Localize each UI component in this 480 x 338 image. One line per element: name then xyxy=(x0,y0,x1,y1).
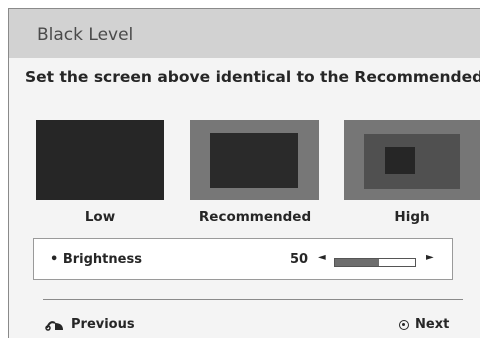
previous-label: Previous xyxy=(71,317,135,332)
next-button[interactable]: Next xyxy=(399,317,449,332)
brightness-control[interactable]: • Brightness 50 ◄ ► xyxy=(33,238,453,280)
brightness-slider-fill xyxy=(335,259,379,266)
ok-circle-icon xyxy=(399,319,409,330)
increase-arrow-icon[interactable]: ► xyxy=(426,252,434,263)
sample-low-label: Low xyxy=(84,209,116,225)
next-label: Next xyxy=(415,317,450,332)
sample-recommended-inner xyxy=(210,133,298,188)
previous-button[interactable]: Previous xyxy=(45,317,135,332)
black-level-panel: Black Level Set the screen above identic… xyxy=(8,8,480,338)
sample-recommended-label: Recommended xyxy=(198,209,312,225)
decrease-arrow-icon[interactable]: ◄ xyxy=(318,252,326,263)
back-arrow-icon xyxy=(45,320,63,331)
sample-recommended-image xyxy=(190,120,319,200)
page-title: Black Level xyxy=(37,25,134,45)
sample-high-label: High xyxy=(394,209,430,225)
sample-high-mid xyxy=(364,134,460,189)
divider xyxy=(43,299,463,300)
sample-high-image xyxy=(344,120,480,200)
brightness-value: 50 xyxy=(290,252,309,267)
sample-low-image xyxy=(36,120,164,200)
title-bar: Black Level xyxy=(9,9,480,58)
sample-high-core xyxy=(385,147,415,174)
instruction-text: Set the screen above identical to the Re… xyxy=(25,69,480,85)
brightness-slider[interactable] xyxy=(334,258,416,267)
brightness-label: • Brightness xyxy=(50,252,142,267)
